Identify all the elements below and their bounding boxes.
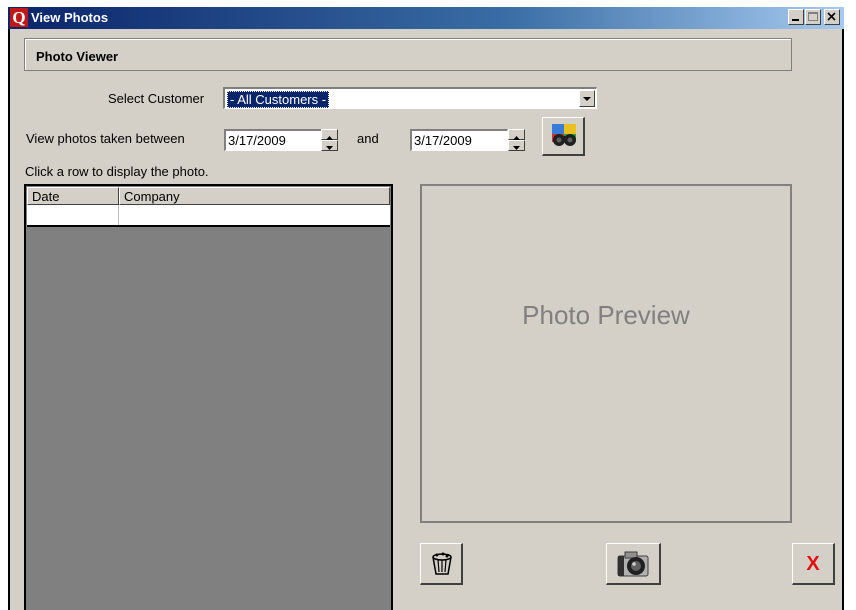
column-header-company[interactable]: Company [119, 187, 390, 205]
spin-down-icon[interactable] [321, 140, 338, 151]
maximize-icon [808, 12, 818, 21]
customer-dropdown-button[interactable] [579, 90, 595, 107]
table-row[interactable] [27, 205, 390, 227]
spin-up-icon[interactable] [321, 129, 338, 140]
chevron-down-icon [583, 97, 591, 101]
camera-button[interactable] [606, 543, 661, 585]
grid-hint: Click a row to display the photo. [25, 164, 209, 179]
maximize-button[interactable] [805, 9, 821, 25]
trash-icon [432, 552, 452, 575]
close-button-label: X [806, 553, 820, 575]
search-button[interactable] [542, 117, 585, 156]
window-title: View Photos [31, 10, 109, 25]
date-range-label: View photos taken between [26, 131, 185, 146]
camera-icon [617, 551, 649, 577]
photo-preview-placeholder: Photo Preview [522, 300, 690, 330]
spin-down-icon[interactable] [508, 140, 525, 151]
spin-up-icon[interactable] [508, 129, 525, 140]
date-from-spinner[interactable] [321, 129, 338, 151]
cell-date[interactable] [27, 205, 119, 225]
header-panel: Photo Viewer [24, 38, 792, 71]
customer-selected-value: - All Customers - [227, 91, 330, 108]
page-title: Photo Viewer [36, 49, 119, 64]
date-to-field[interactable]: 3/17/2009 [410, 129, 508, 151]
cell-company[interactable] [119, 205, 390, 225]
delete-button[interactable] [420, 543, 463, 585]
customer-select[interactable]: - All Customers - [223, 87, 597, 109]
photos-grid[interactable]: Date Company [24, 184, 393, 610]
customer-label: Select Customer [108, 91, 205, 106]
minimize-button[interactable] [788, 9, 804, 25]
window-client-area: Photo Viewer Select Customer - All Custo… [8, 29, 844, 610]
close-icon [827, 12, 836, 21]
date-from-field[interactable]: 3/17/2009 [224, 129, 322, 151]
minimize-icon [792, 19, 799, 21]
app-icon: Q [10, 8, 28, 27]
and-label: and [357, 131, 379, 146]
photo-preview: Photo Preview [420, 184, 792, 523]
column-header-date[interactable]: Date [27, 187, 119, 205]
close-button[interactable]: X [792, 543, 835, 585]
close-window-button[interactable] [824, 9, 840, 25]
grid-header: Date Company [27, 187, 390, 205]
binoculars-icon [552, 124, 576, 146]
date-to-spinner[interactable] [508, 129, 525, 151]
view-photos-window: Q View Photos Photo Viewer Select Custom… [0, 0, 856, 610]
title-bar[interactable]: Q View Photos [8, 7, 844, 29]
